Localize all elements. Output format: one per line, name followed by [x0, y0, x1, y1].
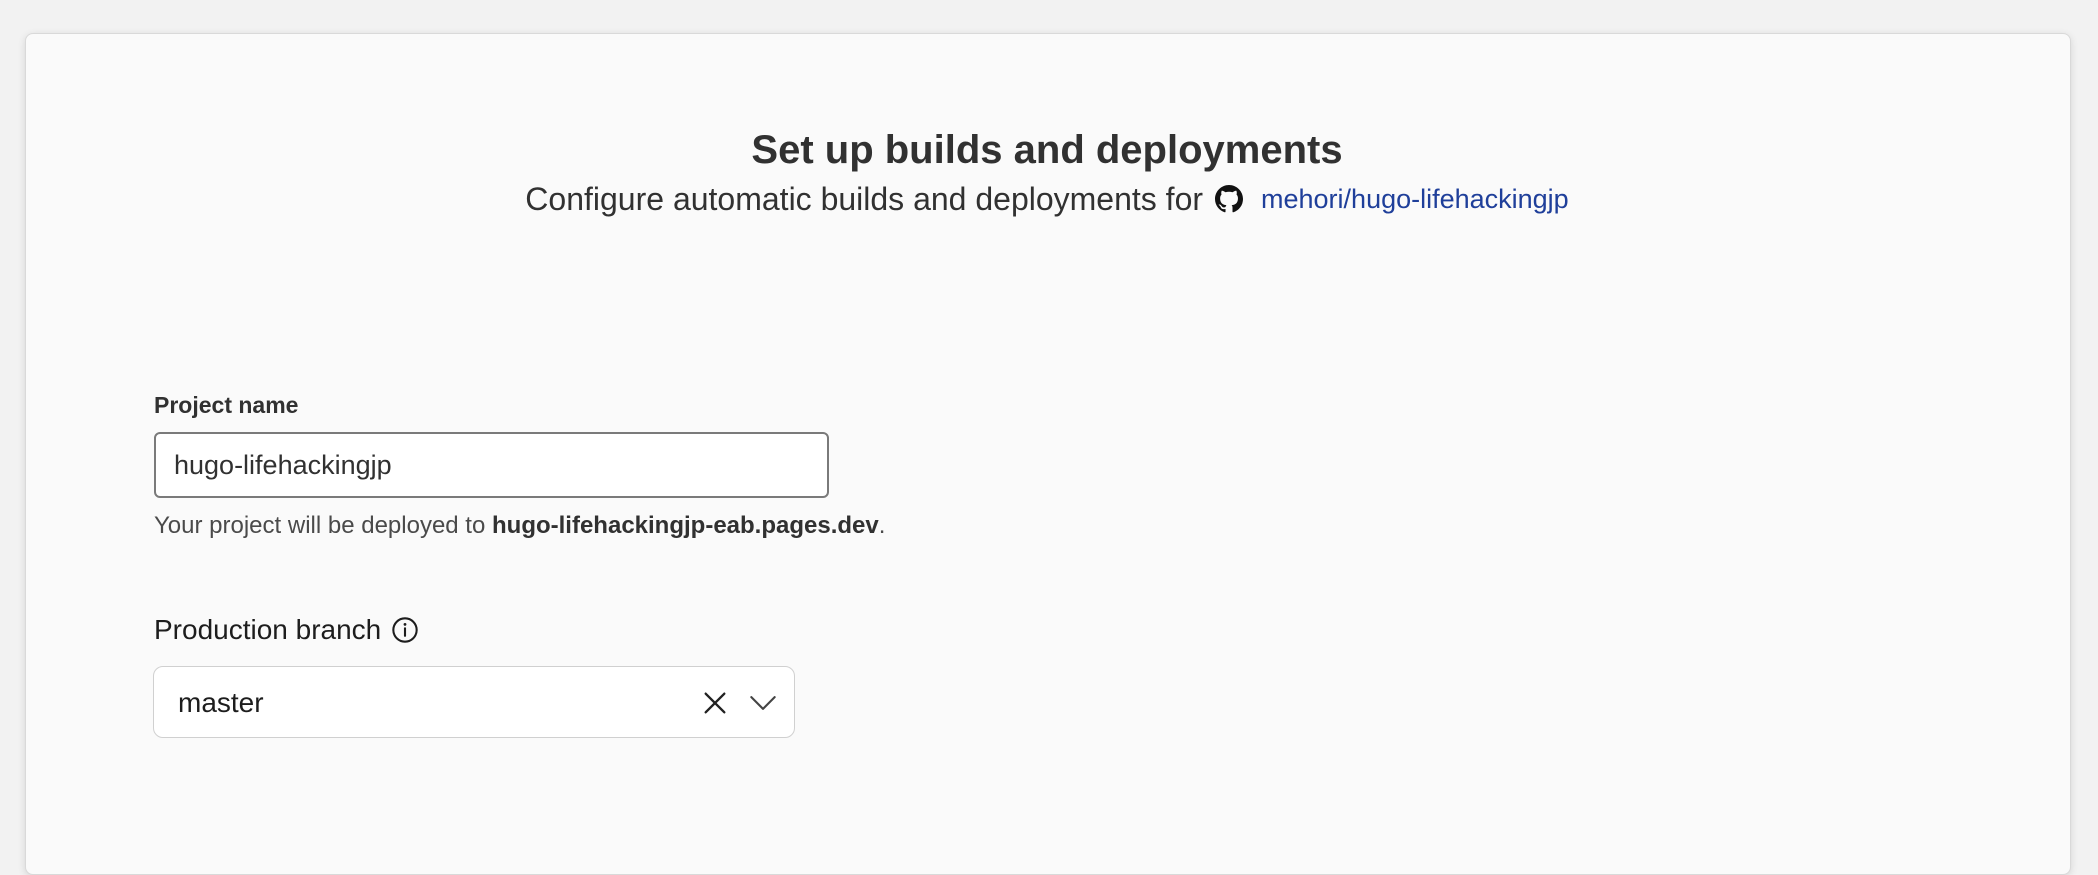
project-name-input[interactable]: hugo-lifehackingjp [154, 432, 829, 498]
info-icon[interactable] [391, 616, 419, 644]
page-header: Set up builds and deployments Configure … [0, 125, 2094, 221]
production-branch-label: Production branch [154, 614, 382, 645]
hint-prefix: Your project will be deployed to [154, 512, 492, 539]
chevron-down-icon[interactable] [749, 693, 777, 713]
subtitle-text: Configure automatic builds and deploymen… [525, 181, 1204, 217]
production-branch-label-group: Production branch [154, 614, 419, 646]
project-name-label: Project name [154, 392, 299, 418]
deploy-domain: hugo-lifehackingjp-eab.pages.dev [492, 512, 879, 539]
page-title: Set up builds and deployments [751, 128, 1343, 172]
hint-suffix: . [878, 512, 886, 539]
repo-link[interactable]: mehori/hugo-lifehackingjp [1261, 177, 1569, 221]
page-subtitle: Configure automatic builds and deploymen… [525, 177, 1568, 221]
github-icon [1215, 185, 1244, 213]
selected-branch: master [178, 687, 264, 718]
deploy-hint: Your project will be deployed to hugo-li… [154, 512, 885, 540]
close-icon[interactable] [701, 689, 729, 717]
production-branch-select[interactable]: master [153, 666, 795, 738]
